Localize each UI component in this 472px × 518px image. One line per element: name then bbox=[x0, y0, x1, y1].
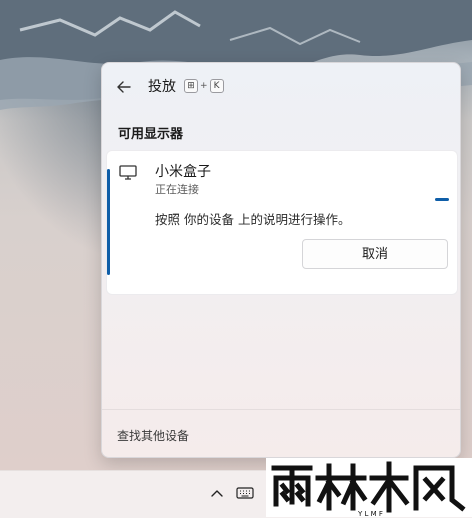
ylmf-watermark-logo: Y L M F bbox=[266, 458, 472, 517]
keyboard-icon[interactable] bbox=[236, 487, 254, 499]
monitor-icon bbox=[119, 165, 137, 180]
chevron-up-icon[interactable] bbox=[210, 487, 224, 499]
back-button[interactable] bbox=[114, 77, 134, 97]
connecting-progress-indicator bbox=[435, 198, 449, 201]
shortcut-plus: + bbox=[200, 81, 208, 91]
find-other-devices-link[interactable]: 查找其他设备 bbox=[117, 427, 189, 444]
connection-status: 正在连接 bbox=[155, 183, 199, 196]
connection-instruction: 按照 你的设备 上的说明进行操作。 bbox=[155, 212, 351, 227]
k-key: K bbox=[209, 79, 224, 93]
back-arrow-icon bbox=[117, 81, 131, 93]
windows-key-icon: ⊞ bbox=[184, 79, 198, 93]
available-displays-heading: 可用显示器 bbox=[118, 127, 184, 142]
svg-text:Y L M F: Y L M F bbox=[357, 510, 383, 517]
shortcut-hint: ⊞ + K bbox=[184, 79, 224, 93]
cancel-button[interactable]: 取消 bbox=[302, 239, 448, 269]
selection-accent-bar bbox=[107, 169, 110, 275]
cast-flyout-panel: 投放 ⊞ + K 可用显示器 小米盒子 正在连接 按照 你的设备 上的说明进行操… bbox=[101, 62, 461, 458]
footer-divider bbox=[102, 409, 460, 410]
cast-header: 投放 ⊞ + K bbox=[102, 63, 460, 111]
cast-title: 投放 bbox=[148, 79, 176, 95]
device-name: 小米盒子 bbox=[155, 164, 211, 180]
device-card-xiaomi-box[interactable]: 小米盒子 正在连接 按照 你的设备 上的说明进行操作。 取消 bbox=[106, 150, 458, 295]
